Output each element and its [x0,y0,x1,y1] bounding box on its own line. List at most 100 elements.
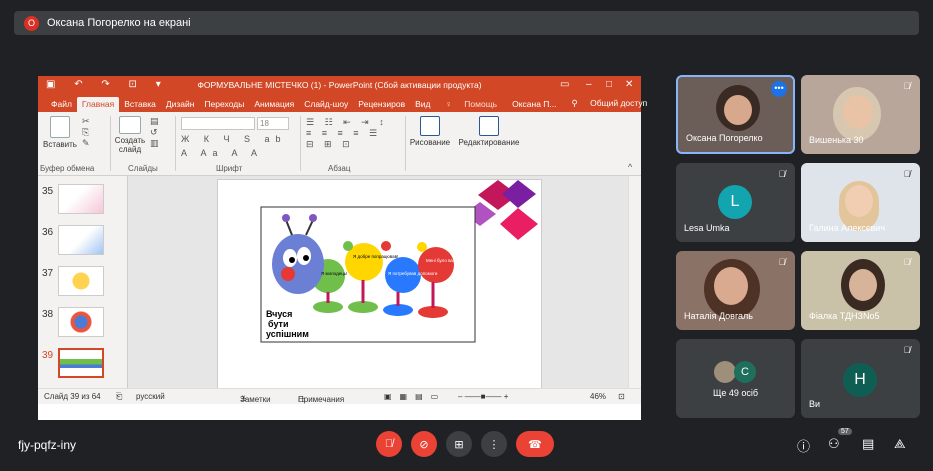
more-options-button[interactable]: ⋮ [481,431,507,457]
group-font: Шрифт [216,164,243,173]
zoom-level[interactable]: 46% [590,392,606,401]
fit-slide-icon[interactable]: ⊡ [618,392,625,401]
thumbnail-slide-39[interactable]: 39 [42,348,126,380]
paste-button[interactable]: Вставить [42,116,78,149]
ribbon: Вставить ✂ ⎘ ✎ Буфер обмена Создать слайд … [38,112,641,176]
presenting-banner: О Оксана Погорелко на екрані [14,11,919,35]
person-icon: ⚲ [571,98,581,108]
tab-slideshow[interactable]: Слайд-шоу [299,99,353,112]
participant-face [843,95,873,129]
mic-off-button[interactable]: 🎙̸ [376,431,402,457]
participant-name: Наталія Довгаль [684,311,753,321]
tab-view[interactable]: Вид [410,99,435,112]
participant-name: Фіалка ТДНЗNo5 [809,311,880,321]
participant-tile[interactable]: 🎙̸ Вишенька 30 [801,75,920,154]
more-participants-label: Ще 49 осіб [712,388,759,398]
meeting-code: fjy-pqfz-iny [18,438,77,452]
close-icon[interactable]: ✕ [625,79,633,90]
activities-icon[interactable]: ⟁ [894,436,906,452]
group-paragraph: Абзац [328,164,351,173]
tab-home[interactable]: Главная [76,97,120,112]
editing-button[interactable]: Редактирование [456,116,522,147]
tab-help[interactable]: ♀ Помощь [436,99,508,112]
cut-copy-icons[interactable]: ✂ ⎘ ✎ [82,116,94,149]
participant-thumb [714,361,736,383]
present-icon: ⊞ [454,438,464,451]
slide-caption-3: успішним [266,329,309,339]
minimize-icon[interactable]: – [586,79,592,90]
tab-insert[interactable]: Вставка [119,99,161,112]
more-vert-icon: ⋮ [488,438,500,451]
language-label[interactable]: русский [136,392,165,401]
participant-tile[interactable]: 🎙̸ Фіалка ТДНЗNo5 [801,251,920,330]
participants-count-badge: 57 [838,428,852,435]
divider [300,116,301,171]
thumbnail-slide-36[interactable]: 36 [42,225,126,257]
vertical-scrollbar[interactable] [628,176,641,404]
participant-name: Оксана Погорелко [686,133,763,143]
drawing-button[interactable]: Рисование [408,116,452,147]
group-slides: Слайды [128,164,158,173]
self-tile[interactable]: H 🎙̸ Ви [801,339,920,418]
chat-icon[interactable]: ▤ [862,436,874,452]
slide-illustration: Вчуся бути успішним Я молодець! Я добре … [260,180,538,343]
leave-call-button[interactable]: ☎ [516,431,554,457]
participant-avatar: С [734,361,756,383]
font-style-buttons[interactable]: Ж К Ч S ab [181,134,287,144]
layout-icons[interactable]: ▤ ↺ ▥ [150,116,163,149]
thumbnail-slide-35[interactable]: 35 [42,184,126,216]
slide-preview [58,307,104,337]
tab-transitions[interactable]: Переходы [199,99,249,112]
participant-tile[interactable]: 🎙̸ Наталія Довгаль [676,251,795,330]
thumbnail-slide-37[interactable]: 37 [42,266,126,298]
mic-off-icon: 🎙̸ [903,345,911,355]
paragraph-buttons[interactable]: ☰ ☷ ⇤ ⇥ ↕ ≡ ≡ ≡ ≡ ☰ ⊟ ⊞ ⊡ [306,117,388,150]
group-clipboard: Буфер обмена [40,164,95,173]
maximize-icon[interactable]: □ [606,79,612,90]
participant-tile[interactable]: ••• Оксана Погорелко [676,75,795,154]
ppt-title-bar: ▣ ↶ ↷ ⊡ ▾ ФОРМУВАЛЬНЕ МІСТЕЧКО (1) - Pow… [38,76,641,95]
hang-up-icon: ☎ [528,438,542,451]
people-icon[interactable]: ⚇ [828,436,840,452]
divider [175,116,176,171]
slide-caption-2: бути [268,319,289,329]
status-bar: Слайд 39 из 64 ⎗ русский ≚ Заметки ▭ При… [38,388,641,404]
ribbon-display-icon[interactable]: ▭ [560,79,569,90]
shapes-icon [420,116,440,136]
mic-off-icon: 🎙̸ [778,257,786,267]
share-button[interactable]: ⚲ Общий доступ [562,98,658,112]
more-participants-tile[interactable]: С Ще 49 осіб [676,339,795,418]
new-slide-button[interactable]: Создать слайд [114,116,146,154]
ppt-window-title: ФОРМУВАЛЬНЕ МІСТЕЧКО (1) - PowerPoint (С… [197,80,482,90]
collapse-ribbon-icon[interactable]: ^ [628,162,636,172]
participant-name: Галина Алексєвич [809,223,886,233]
info-icon[interactable]: ⓘ [797,436,810,455]
font-size-field[interactable]: 18 [257,117,289,130]
camera-off-button[interactable]: ⊘ [411,431,437,457]
slide-counter: Слайд 39 из 64 [44,392,101,401]
current-slide[interactable]: Вчуся бути успішним Я молодець! Я добре … [217,179,542,398]
participant-face [845,185,873,217]
tab-animations[interactable]: Анимация [249,99,299,112]
participant-face [724,95,752,125]
participant-tile[interactable]: 🎙̸ Галина Алексєвич [801,163,920,242]
account-name[interactable]: Оксана П... [507,99,561,112]
font-name-field[interactable] [181,117,255,130]
more-options-icon[interactable]: ••• [771,81,787,97]
participant-avatar: L [718,185,752,219]
present-now-button[interactable]: ⊞ [446,431,472,457]
thumbnail-slide-38[interactable]: 38 [42,307,126,339]
new-slide-icon [119,116,141,134]
zoom-slider[interactable]: – ——■—— + [458,392,508,401]
tab-review[interactable]: Рецензиров [353,99,410,112]
tab-design[interactable]: Дизайн [161,99,200,112]
slide-preview [58,225,104,255]
self-name: Ви [809,399,821,409]
tab-file[interactable]: Файл [46,99,77,112]
presenter-avatar: О [24,15,39,31]
view-buttons[interactable]: ▣▦▤▭ [384,392,446,401]
spellcheck-icon[interactable]: ⎗ [116,392,122,402]
participant-face [849,269,877,301]
participant-tile[interactable]: L 🎙̸ Lesa Umka [676,163,795,242]
font-color-buttons[interactable]: A Aa A A [181,148,263,158]
